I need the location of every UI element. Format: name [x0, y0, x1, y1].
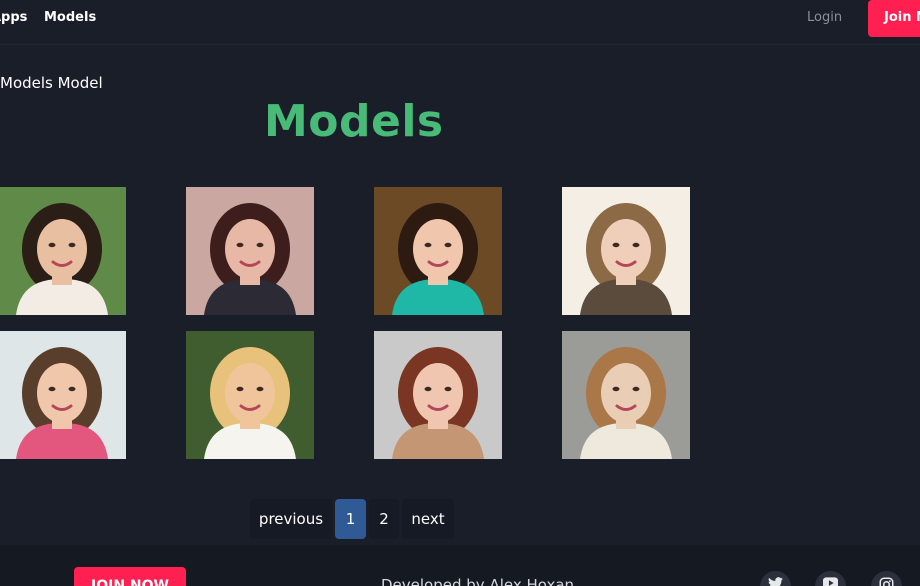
nav-apps-link[interactable]: Apps: [0, 10, 27, 25]
login-link[interactable]: Login: [807, 10, 842, 25]
model-3-photo[interactable]: [374, 187, 502, 315]
model-1-photo[interactable]: [0, 187, 126, 315]
next-page-button[interactable]: next: [402, 499, 454, 539]
page-2-button[interactable]: 2: [369, 499, 399, 539]
footer-join-now-button[interactable]: JOIN NOW: [74, 567, 186, 586]
model-4-photo[interactable]: [562, 187, 690, 315]
model-2-photo[interactable]: [186, 187, 314, 315]
model-7-photo[interactable]: [374, 331, 502, 459]
join-now-button[interactable]: Join Now: [868, 0, 920, 37]
breadcrumb: Models Model: [0, 74, 103, 92]
model-5-photo[interactable]: [0, 331, 126, 459]
previous-page-button[interactable]: previous: [250, 499, 332, 539]
page-1-button[interactable]: 1: [335, 499, 366, 539]
footer-credit: Developed by Alex Hoxan: [381, 576, 575, 586]
model-8-photo[interactable]: [562, 331, 690, 459]
top-navbar: Apps Models Login Join Now: [0, 0, 920, 45]
page-title: Models: [264, 96, 444, 147]
nav-models-link[interactable]: Models: [44, 10, 96, 25]
model-6-photo[interactable]: [186, 331, 314, 459]
